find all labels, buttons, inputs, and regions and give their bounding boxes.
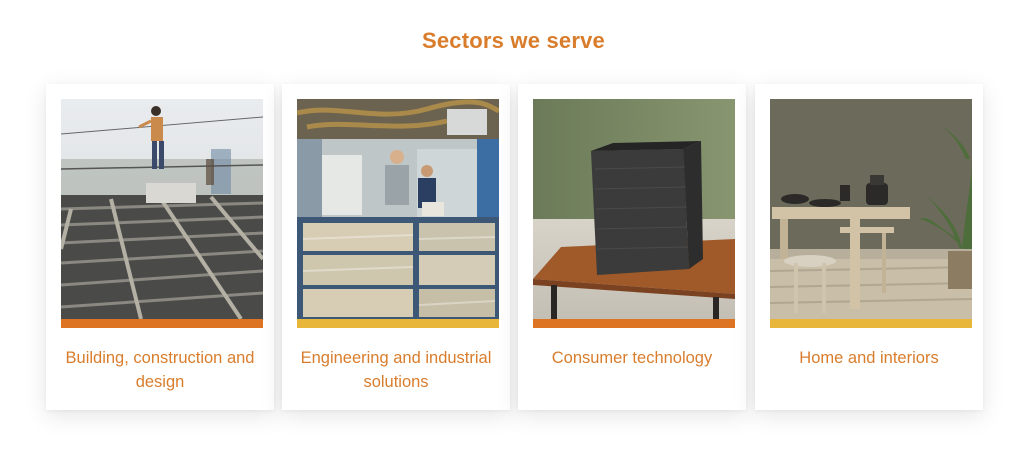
sector-card-home[interactable]: Home and interiors — [755, 84, 983, 410]
section-title: Sectors we serve — [422, 28, 605, 53]
dining-interior-image — [770, 99, 972, 319]
sector-card-label: Home and interiors — [799, 349, 939, 367]
factory-engineers-image — [297, 99, 499, 319]
accent-bar — [297, 319, 499, 328]
sector-card-building[interactable]: Building, construction and design — [46, 84, 274, 410]
accent-bar — [533, 319, 735, 328]
sector-card-label: Building, construction and design — [65, 349, 255, 391]
sector-card-label: Engineering and industrial solutions — [300, 349, 492, 391]
accent-bar — [61, 319, 263, 328]
sector-card-consumer[interactable]: Consumer technology — [518, 84, 746, 410]
construction-rebar-image — [61, 99, 263, 319]
sector-card-label: Consumer technology — [551, 349, 713, 367]
accent-bar — [770, 319, 972, 328]
sector-card-engineering[interactable]: Engineering and industrial solutions — [282, 84, 510, 410]
smart-speaker-image — [533, 99, 735, 319]
